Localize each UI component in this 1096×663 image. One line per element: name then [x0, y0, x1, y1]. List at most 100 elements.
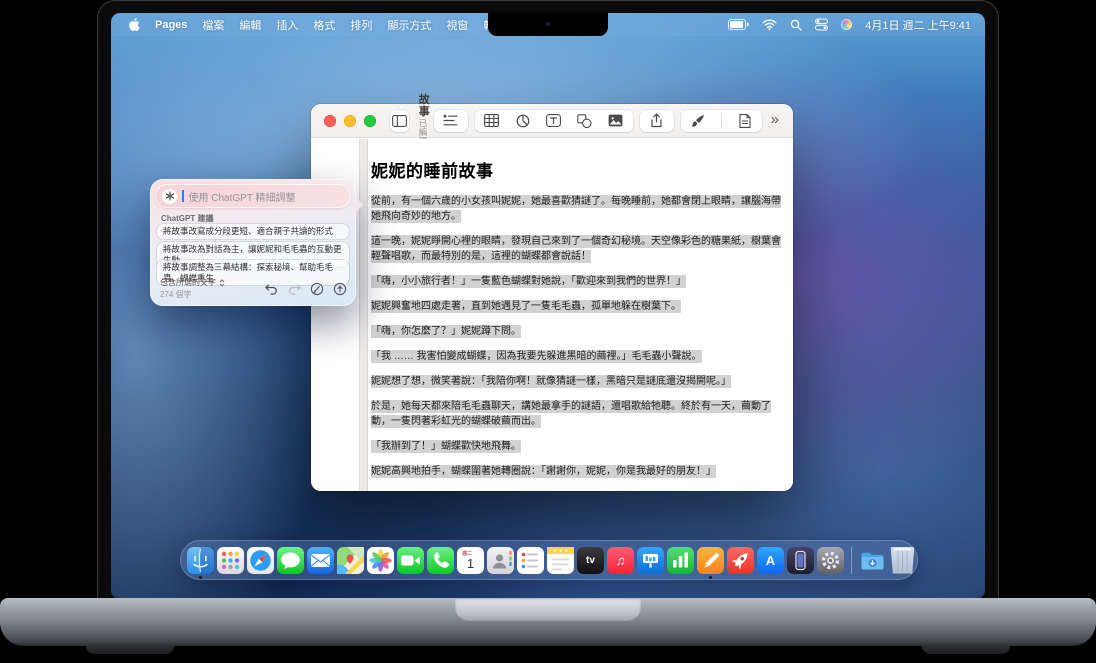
zoom-button[interactable] [364, 114, 376, 127]
selected-text[interactable]: 妮妮興奮地四處走著，直到她遇見了一隻毛毛蟲，孤單地躲在樹葉下。 [371, 300, 681, 313]
menu-format[interactable]: 格式 [313, 17, 335, 33]
document-title[interactable]: 妮妮的睡前故事 [371, 157, 781, 182]
search-icon[interactable] [790, 19, 802, 31]
wifi-icon[interactable] [762, 19, 777, 30]
lid-opening-notch [455, 598, 641, 621]
dock-notes[interactable] [547, 546, 574, 574]
text-cursor [182, 190, 184, 202]
scope-selector[interactable]: 包含所選的文字 [160, 277, 225, 288]
suggestions-label: ChatGPT 建議 [161, 214, 214, 223]
word-count: 274 個字 [160, 290, 192, 299]
pages-window: 故事 已編輯 [311, 94, 793, 491]
close-button[interactable] [324, 114, 336, 127]
selected-text[interactable]: 「嗨，你怎麼了？」妮妮蹲下問。 [371, 325, 521, 338]
suggestion-1[interactable]: 將故事改寫成分段更短、適合親子共讀的形式 [157, 224, 349, 239]
paragraph[interactable]: 「嗨，小小旅行者！」一隻藍色蝴蝶對她說，「歡迎來到我們的世界！」 [371, 274, 781, 289]
media-icon[interactable] [608, 113, 624, 129]
undo-icon[interactable] [264, 282, 278, 296]
dock: 週二 1 tv ♫ A [180, 540, 918, 580]
dock-downloads-folder[interactable] [859, 547, 886, 574]
window-title: 故事 [418, 94, 430, 119]
table-icon[interactable] [484, 113, 500, 129]
dock-keynote[interactable] [637, 546, 664, 574]
dock-app-store[interactable]: A [757, 546, 784, 574]
menu-edit[interactable]: 編輯 [239, 17, 261, 33]
paragraph[interactable]: 於是，她每天都來陪毛毛蟲聊天，講她最拿手的謎語，還唱歌給牠聽。終於有一天，繭動了… [371, 399, 781, 429]
shapes-icon[interactable] [577, 113, 593, 129]
dock-music[interactable]: ♫ [607, 546, 634, 574]
dock-finder[interactable] [187, 546, 214, 579]
paragraph[interactable]: 「我 …… 我害怕變成蝴蝶，因為我要先躲進黑暗的繭裡。」毛毛蟲小聲說。 [371, 349, 781, 364]
dock-mail[interactable] [307, 546, 334, 574]
sidebar-toggle-button[interactable] [390, 109, 409, 132]
chevron-up-down-icon [219, 278, 225, 287]
selected-text[interactable]: 於是，她每天都來陪毛毛蟲聊天，講她最拿手的謎語，還唱歌給牠聽。終於有一天，繭動了… [371, 400, 771, 428]
apple-intelligence-icon[interactable] [841, 19, 853, 30]
paragraph[interactable]: 「我辦到了！」蝴蝶歡快地飛舞。 [371, 439, 781, 454]
menu-window[interactable]: 視窗 [446, 17, 468, 33]
paragraph[interactable]: 妮妮高興地拍手，蝴蝶圍著她轉圈說：「謝謝你，妮妮，你是我最好的朋友！」 [371, 464, 781, 479]
menu-bar-clock[interactable]: 4月1日 週二 上午9:41 [865, 17, 971, 33]
macbook-screen: Pages 檔案 編輯 插入 格式 排列 顯示方式 視窗 輔助說明 [97, 0, 999, 604]
dock-iphone-mirroring[interactable] [787, 546, 814, 574]
apple-menu-icon[interactable] [127, 17, 140, 32]
selected-text[interactable]: 「我 …… 我害怕變成蝴蝶，因為我要先躲進黑暗的繭裡。」毛毛蟲小聲說。 [371, 350, 702, 363]
dock-apple-tv[interactable]: tv [577, 546, 604, 574]
footer-buttons [264, 282, 347, 300]
paragraph[interactable]: 妮妮想了想，微笑著說：「我陪你啊！就像猜謎一樣，黑暗只是謎底還沒揭開呢。」 [371, 374, 781, 389]
minimize-button[interactable] [344, 114, 356, 127]
share-icon[interactable] [649, 113, 665, 129]
format-brush-icon[interactable] [690, 113, 706, 129]
more-icon[interactable]: » [769, 111, 781, 130]
dock-contacts[interactable] [487, 546, 514, 574]
paragraph[interactable]: 「嗨，你怎麼了？」妮妮蹲下問。 [371, 324, 781, 339]
menu-insert[interactable]: 插入 [276, 17, 298, 33]
dock-launchpad[interactable] [217, 546, 244, 574]
dock-facetime[interactable] [397, 546, 424, 574]
dock-photos[interactable] [367, 546, 394, 574]
battery-icon[interactable] [728, 19, 749, 30]
redo-icon[interactable] [287, 282, 301, 296]
camera-notch [488, 13, 608, 36]
toolbar-divider [720, 113, 722, 128]
selected-text[interactable]: 妮妮高興地拍手，蝴蝶圍著她轉圈說：「謝謝你，妮妮，你是我最好的朋友！」 [371, 465, 716, 478]
paragraph[interactable]: 從前，有一個六歲的小女孩叫妮妮，她最喜歡猜謎了。每晚睡前，她都會閉上眼睛，讓腦海… [371, 194, 781, 224]
arrow-up-circle-icon[interactable] [333, 282, 347, 296]
paragraph[interactable]: 妮妮興奮地四處走著，直到她遇見了一隻毛毛蟲，孤單地躲在樹葉下。 [371, 299, 781, 314]
dock-safari[interactable] [247, 546, 274, 574]
document-body[interactable]: 妮妮的睡前故事 從前，有一個六歲的小女孩叫妮妮，她最喜歡猜謎了。每晚睡前，她都會… [371, 157, 781, 489]
selected-text[interactable]: 從前，有一個六歲的小女孩叫妮妮，她最喜歡猜謎了。每晚睡前，她都會閉上眼睛，讓腦海… [371, 195, 781, 223]
scope-group: 包含所選的文字 274 個字 [160, 277, 225, 300]
writing-tools-footer: 包含所選的文字 274 個字 [160, 277, 347, 300]
dock-messages[interactable] [277, 546, 304, 574]
chatgpt-input[interactable]: 使用 ChatGPT 精細調整 [155, 184, 351, 208]
dock-numbers[interactable] [667, 546, 694, 574]
dock-rocket-app[interactable] [727, 546, 754, 574]
chart-icon[interactable] [515, 113, 531, 129]
selected-text[interactable]: 「我辦到了！」蝴蝶歡快地飛舞。 [371, 440, 521, 453]
paragraph[interactable]: 這一晚，妮妮睜開心裡的眼睛，發現自己來到了一個奇幻秘境。天空像彩色的糖果紙，樹葉… [371, 234, 781, 264]
menu-file[interactable]: 檔案 [202, 17, 224, 33]
menu-app-name[interactable]: Pages [155, 19, 187, 31]
dock-system-settings[interactable] [817, 546, 844, 574]
menu-view[interactable]: 顯示方式 [387, 17, 431, 33]
toolbar: » [433, 109, 781, 132]
dock-maps[interactable] [337, 546, 364, 574]
dock-calendar[interactable]: 週二 1 [457, 546, 484, 574]
dock-pages[interactable] [697, 546, 724, 579]
dock-phone[interactable] [427, 546, 454, 574]
document-setup-icon[interactable] [737, 113, 753, 129]
compose-pencil-icon[interactable] [310, 282, 324, 296]
selected-text[interactable]: 「嗨，小小旅行者！」一隻藍色蝴蝶對她說，「歡迎來到我們的世界！」 [371, 275, 686, 288]
selected-text[interactable]: 這一晚，妮妮睜開心裡的眼睛，發現自己來到了一個奇幻秘境。天空像彩色的糖果紙，樹葉… [371, 235, 781, 263]
selected-text[interactable]: 妮妮想了想，微笑著說：「我陪你啊！就像猜謎一樣，黑暗只是謎底還沒揭開呢。」 [371, 375, 731, 388]
view-icon[interactable] [443, 113, 459, 129]
appstore-label: A [765, 552, 776, 568]
dock-trash[interactable] [890, 546, 915, 574]
menu-bar-left: Pages 檔案 編輯 插入 格式 排列 顯示方式 視窗 輔助說明 [111, 17, 527, 33]
dock-reminders[interactable] [517, 546, 544, 574]
control-center-icon[interactable] [815, 18, 829, 31]
text-box-icon[interactable] [546, 113, 562, 129]
svg-text:1: 1 [467, 556, 474, 571]
menu-arrange[interactable]: 排列 [350, 17, 372, 33]
